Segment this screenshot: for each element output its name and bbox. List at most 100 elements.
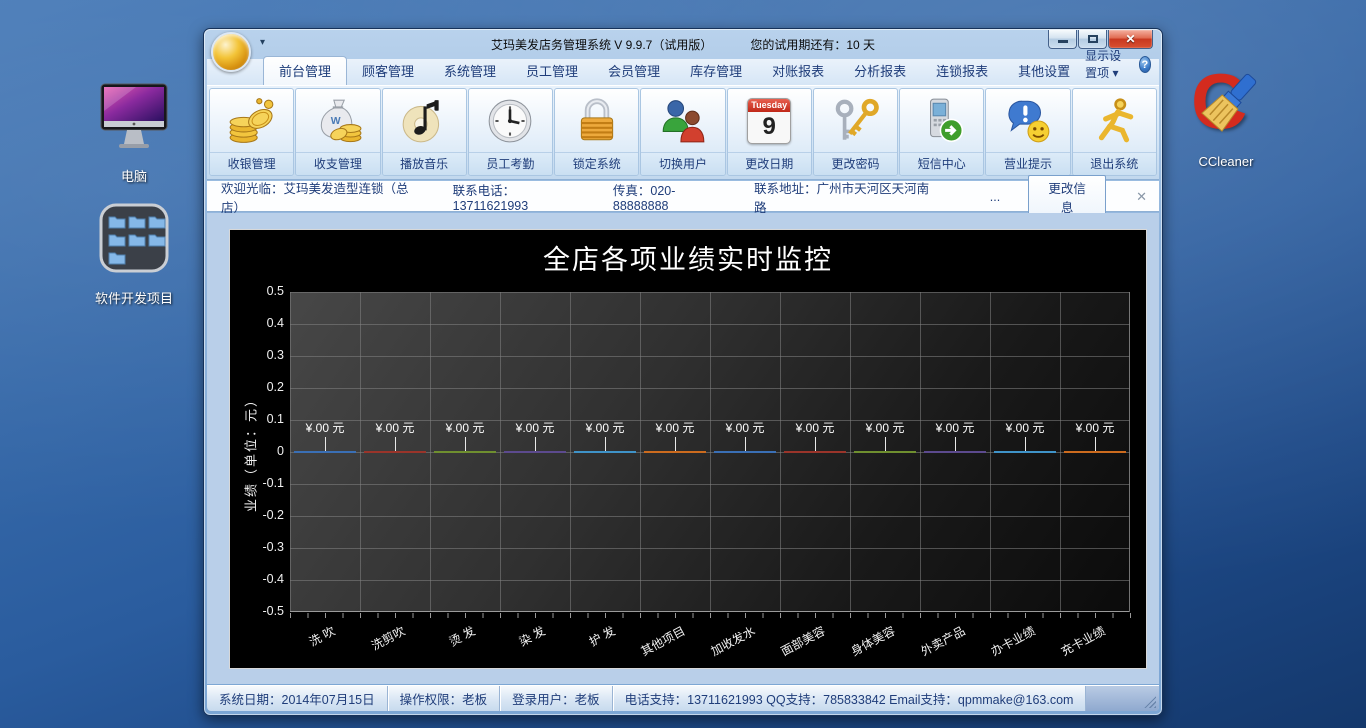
chart-columns: ¥.00 元 ¥.00 元 ¥.00 元 ¥.00 元 ¥.00 元 ¥.00 … <box>290 292 1130 612</box>
desktop-icon-label: 软件开发项目 <box>86 288 182 307</box>
income-expense-button[interactable]: W 收支管理 <box>295 88 380 176</box>
x-category-label: 护 发 <box>586 622 618 650</box>
minimize-button[interactable] <box>1048 30 1077 49</box>
switch-user-button[interactable]: 切换用户 <box>640 88 725 176</box>
y-tick: -0.5 <box>236 604 284 618</box>
business-tips-button[interactable]: 营业提示 <box>985 88 1070 176</box>
ellipsis-icon: ... <box>990 190 1000 204</box>
folder-grid-icon <box>86 198 182 284</box>
close-icon: ✕ <box>1109 32 1152 46</box>
x-category-label: 烫 发 <box>446 622 478 650</box>
music-disc-icon <box>383 89 466 152</box>
app-menu-orb-button[interactable] <box>211 32 251 72</box>
x-category-label: 染 发 <box>516 622 548 650</box>
store-info-bar: 欢迎光临：艾玛美发造型连锁（总店） 联系电话：13711621993 传真：02… <box>207 181 1159 212</box>
ccleaner-icon: C <box>1178 64 1274 150</box>
help-icon[interactable]: ? <box>1139 56 1151 73</box>
tab-inventory[interactable]: 库存管理 <box>675 57 757 85</box>
performance-chart: 全店各项业绩实时监控 业绩（单位：元） 0.5 0.4 0.3 0.2 0.1 … <box>229 229 1147 669</box>
minimize-icon <box>1058 40 1068 43</box>
chart-column: ¥.00 元 <box>990 292 1060 612</box>
svg-text:W: W <box>331 116 341 127</box>
tab-other-settings[interactable]: 其他设置 <box>1003 57 1085 85</box>
money-bag-icon: W <box>296 89 379 152</box>
y-tick: 0.1 <box>236 412 284 426</box>
bar-series <box>294 451 356 453</box>
attendance-button[interactable]: 员工考勤 <box>468 88 553 176</box>
bar-series <box>1064 451 1126 453</box>
x-category-label: 身体美容 <box>848 622 898 660</box>
chart-column: ¥.00 元 <box>570 292 640 612</box>
support-contacts: 电话支持：13711621993 QQ支持：785833842 Email支持：… <box>613 686 1087 711</box>
tab-chain-reports[interactable]: 连锁报表 <box>921 57 1003 85</box>
chart-column: ¥.00 元 <box>430 292 500 612</box>
bar-series <box>714 451 776 453</box>
welcome-text: 欢迎光临：艾玛美发造型连锁（总店） <box>221 178 425 216</box>
tab-staff[interactable]: 员工管理 <box>511 57 593 85</box>
chart-column: ¥.00 元 <box>500 292 570 612</box>
running-man-icon <box>1073 89 1156 152</box>
toolbar-button-label: 短信中心 <box>900 152 983 175</box>
y-tick: 0 <box>236 444 284 458</box>
y-tick: -0.2 <box>236 508 284 522</box>
desktop-icon-devproject[interactable]: 软件开发项目 <box>86 198 182 307</box>
coins-icon <box>210 89 293 152</box>
sms-center-button[interactable]: 短信中心 <box>899 88 984 176</box>
bar-series <box>434 451 496 453</box>
chat-smiley-icon <box>986 89 1069 152</box>
lock-icon <box>555 89 638 152</box>
bar-series <box>994 451 1056 453</box>
y-tick: 0.5 <box>236 284 284 298</box>
phone-sms-icon <box>900 89 983 152</box>
users-icon <box>641 89 724 152</box>
y-tick: 0.4 <box>236 316 284 330</box>
chart-title: 全店各项业绩实时监控 <box>230 238 1146 277</box>
edit-info-button[interactable]: 更改信息 <box>1028 175 1106 219</box>
desktop-icon-computer[interactable]: 电脑 <box>86 76 182 185</box>
exit-system-button[interactable]: 退出系统 <box>1072 88 1157 176</box>
x-category-label: 面部美容 <box>778 622 828 660</box>
fax-number: 传真：020-88888888 <box>613 180 726 213</box>
change-password-button[interactable]: 更改密码 <box>813 88 898 176</box>
resize-grip[interactable] <box>1144 696 1156 708</box>
quick-access-dropdown-icon[interactable]: ▾ <box>260 37 265 48</box>
y-tick: -0.4 <box>236 572 284 586</box>
toolbar-button-label: 营业提示 <box>986 152 1069 175</box>
y-tick: 0.2 <box>236 380 284 394</box>
bar-series <box>504 451 566 453</box>
toolbar-button-label: 员工考勤 <box>469 152 552 175</box>
statusbar-right-pane <box>1086 686 1159 711</box>
tab-front-desk[interactable]: 前台管理 <box>263 56 347 85</box>
contact-phone: 联系电话：13711621993 <box>453 180 585 213</box>
trial-remaining-text: 您的试用期还有：10 天 <box>750 36 875 53</box>
display-settings-dropdown[interactable]: 显示设置项 ▾ <box>1085 47 1133 81</box>
y-tick: -0.1 <box>236 476 284 490</box>
play-music-button[interactable]: 播放音乐 <box>382 88 467 176</box>
bar-series <box>574 451 636 453</box>
infobar-close-icon[interactable]: ✕ <box>1134 189 1149 205</box>
tab-system[interactable]: 系统管理 <box>429 57 511 85</box>
login-user: 登录用户：老板 <box>500 686 613 711</box>
title-bar[interactable]: 艾玛美发店务管理系统 V 9.9.7（试用版） 您的试用期还有：10 天 <box>204 29 1162 59</box>
bar-series <box>854 451 916 453</box>
toolbar-button-label: 播放音乐 <box>383 152 466 175</box>
cashier-button[interactable]: 收银管理 <box>209 88 294 176</box>
lock-system-button[interactable]: 锁定系统 <box>554 88 639 176</box>
bar-series <box>644 451 706 453</box>
x-category-label: 加收发水 <box>708 622 758 660</box>
desktop-icon-ccleaner[interactable]: C CCleaner <box>1178 64 1274 169</box>
ribbon-tab-row: 前台管理 顾客管理 系统管理 员工管理 会员管理 库存管理 对账报表 分析报表 … <box>207 59 1159 86</box>
tab-analysis-reports[interactable]: 分析报表 <box>839 57 921 85</box>
chevron-down-icon: ▾ <box>1113 66 1119 80</box>
change-date-button[interactable]: Tuesday 9 更改日期 <box>727 88 812 176</box>
chart-column: ¥.00 元 <box>920 292 990 612</box>
x-axis-ticks <box>290 613 1131 618</box>
tab-reconcile-reports[interactable]: 对账报表 <box>757 57 839 85</box>
toolbar-button-label: 锁定系统 <box>555 152 638 175</box>
chart-column: ¥.00 元 <box>780 292 850 612</box>
desktop-icon-label: CCleaner <box>1178 154 1274 169</box>
tab-customers[interactable]: 顾客管理 <box>347 57 429 85</box>
y-tick: -0.3 <box>236 540 284 554</box>
toolbar-button-label: 更改日期 <box>728 152 811 175</box>
tab-members[interactable]: 会员管理 <box>593 57 675 85</box>
